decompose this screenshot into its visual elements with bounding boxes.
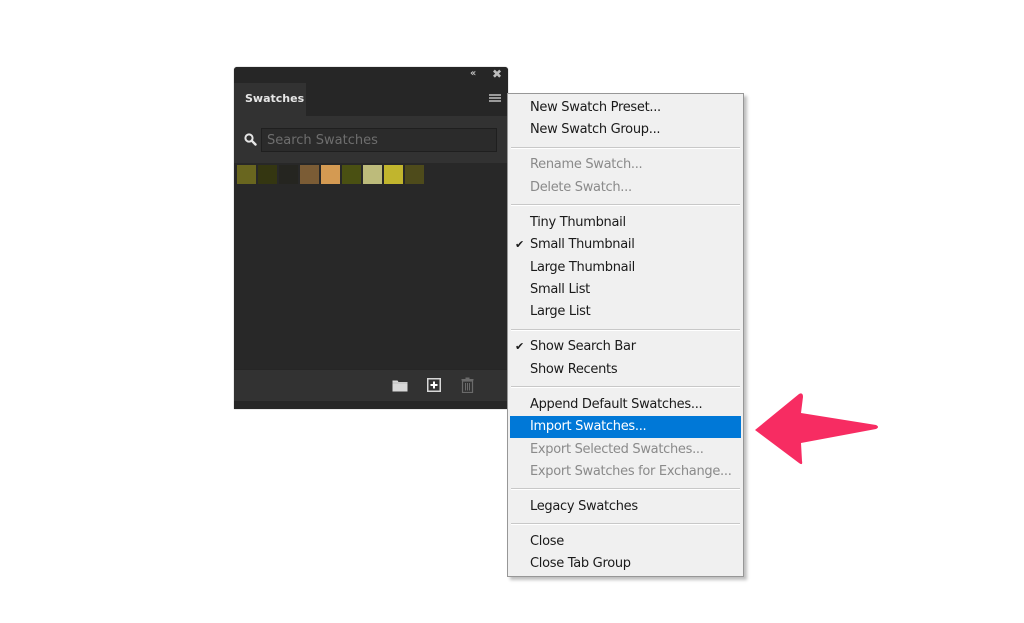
menu-item-label: Export Swatches for Exchange...: [530, 464, 732, 479]
panel-flyout-menu: New Swatch Preset... New Swatch Group... R…: [507, 93, 744, 577]
menu-item-label: Show Recents: [530, 361, 618, 377]
search-swatches-input[interactable]: [261, 128, 497, 152]
menu-item-tiny-thumbnail[interactable]: Tiny Thumbnail: [510, 212, 741, 234]
menu-item-small-thumbnail[interactable]: ✔ Small Thumbnail: [510, 234, 741, 256]
panel-title-bar: ‹‹ ✖: [234, 67, 508, 83]
menu-item-label: Delete Swatch...: [530, 179, 632, 195]
search-icon: [244, 133, 257, 146]
menu-item-show-recents[interactable]: Show Recents: [510, 359, 741, 381]
panel-menu-icon[interactable]: [489, 94, 501, 104]
folder-icon[interactable]: [392, 379, 408, 392]
checkmark-icon: ✔: [515, 340, 524, 354]
menu-item-label: Tiny Thumbnail: [530, 214, 626, 230]
swatches-panel: ‹‹ ✖ Swatches: [234, 67, 508, 409]
menu-item-label: Large Thumbnail: [530, 259, 635, 275]
menu-item-delete-swatch[interactable]: Delete Swatch...: [510, 177, 741, 199]
menu-item-export-selected-swatches[interactable]: Export Selected Swatches...: [510, 439, 741, 461]
panel-footer: [234, 369, 508, 402]
menu-item-new-swatch-group[interactable]: New Swatch Group...: [510, 119, 741, 141]
menu-item-close-tab-group[interactable]: Close Tab Group: [510, 553, 741, 575]
menu-item-label: Close Tab Group: [530, 556, 631, 572]
swatch-brown[interactable]: [300, 165, 319, 184]
menu-separator: [511, 386, 740, 389]
menu-item-label: Close: [530, 534, 564, 549]
swatch-olive[interactable]: [237, 165, 256, 184]
swatch-dark-khaki[interactable]: [405, 165, 424, 184]
tab-strip: Swatches: [234, 83, 508, 116]
menu-item-new-swatch-preset[interactable]: New Swatch Preset...: [510, 97, 741, 119]
menu-item-label: Show Search Bar: [530, 339, 636, 355]
menu-item-label: Small List: [530, 282, 590, 297]
menu-item-label: Append Default Swatches...: [530, 396, 703, 412]
swatch-grid: [234, 163, 508, 369]
swatch-near-black[interactable]: [279, 165, 298, 184]
menu-separator: [511, 488, 740, 491]
menu-item-show-search-bar[interactable]: ✔ Show Search Bar: [510, 336, 741, 358]
close-panel-icon[interactable]: ✖: [492, 67, 502, 81]
tab-swatches[interactable]: Swatches: [234, 83, 306, 116]
menu-item-label: Large List: [530, 304, 591, 320]
swatch-pale-khaki[interactable]: [363, 165, 382, 184]
menu-separator: [511, 328, 740, 331]
menu-item-label: Legacy Swatches: [530, 499, 638, 514]
menu-separator: [511, 146, 740, 149]
menu-item-legacy-swatches[interactable]: Legacy Swatches: [510, 496, 741, 518]
swatch-mustard-yellow[interactable]: [384, 165, 403, 184]
menu-item-small-list[interactable]: Small List: [510, 279, 741, 301]
swatch-dark-olive[interactable]: [258, 165, 277, 184]
menu-item-large-thumbnail[interactable]: Large Thumbnail: [510, 257, 741, 279]
menu-item-large-list[interactable]: Large List: [510, 301, 741, 323]
pointer-arrow-annotation: [755, 393, 878, 465]
new-swatch-icon[interactable]: [427, 378, 441, 392]
menu-separator: [511, 204, 740, 207]
menu-item-label: New Swatch Preset...: [530, 100, 661, 115]
swatch-tan-orange[interactable]: [321, 165, 340, 184]
collapse-panel-icon[interactable]: ‹‹: [470, 68, 476, 79]
menu-item-append-default-swatches[interactable]: Append Default Swatches...: [510, 394, 741, 416]
menu-item-label: Export Selected Swatches...: [530, 441, 704, 457]
menu-item-close[interactable]: Close: [510, 531, 741, 553]
menu-item-label: Import Swatches...: [530, 419, 647, 435]
menu-item-label: New Swatch Group...: [530, 122, 661, 138]
checkmark-icon: ✔: [515, 238, 524, 252]
menu-item-label: Rename Swatch...: [530, 157, 643, 173]
search-bar: [234, 116, 508, 163]
menu-item-label: Small Thumbnail: [530, 237, 635, 253]
swatch-moss-green[interactable]: [342, 165, 361, 184]
menu-item-import-swatches[interactable]: Import Swatches...: [510, 416, 741, 439]
menu-separator: [511, 523, 740, 526]
menu-item-rename-swatch[interactable]: Rename Swatch...: [510, 154, 741, 176]
panel-resize-bar[interactable]: [234, 401, 508, 409]
menu-item-export-swatches-for-exchange[interactable]: Export Swatches for Exchange...: [510, 461, 741, 483]
trash-icon[interactable]: [461, 377, 474, 393]
